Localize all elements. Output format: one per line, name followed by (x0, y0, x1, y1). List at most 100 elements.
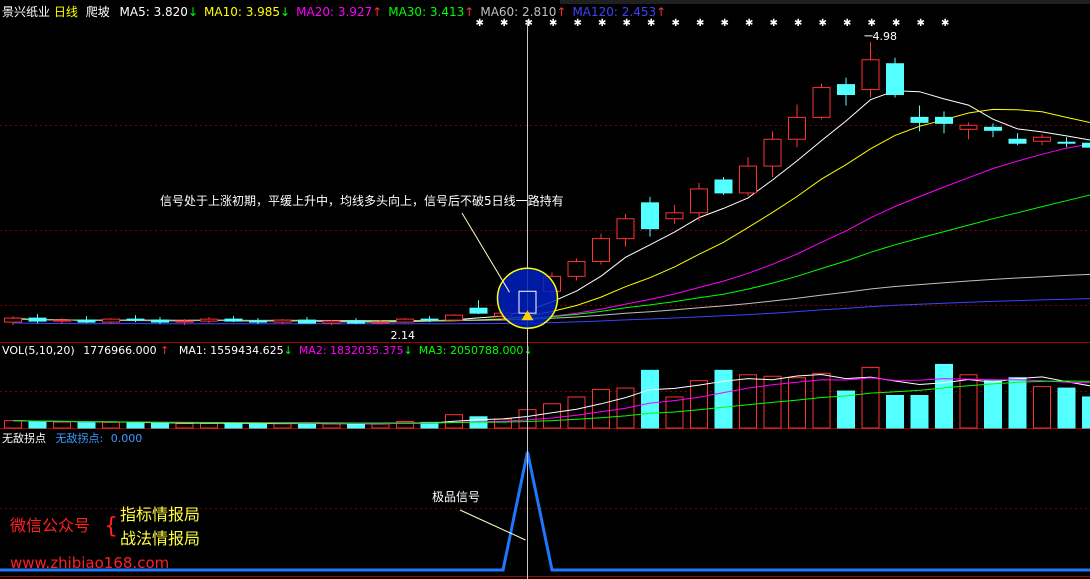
volume-arrow: ↑ (160, 344, 169, 357)
annotation-overlay (459, 20, 873, 579)
volume-bar-up (1033, 386, 1051, 429)
candle-up (322, 320, 341, 324)
candle-down (28, 317, 47, 322)
ma-legend-arrow: ↑ (656, 5, 666, 19)
stock-chart: 景兴纸业 日线 爬坡 MA5: 3.820↓ MA10: 3.985↓ MA20: … (0, 0, 1090, 579)
signal-series-label: 无敌拐点: (56, 431, 104, 445)
candle-down (347, 320, 365, 324)
signal-star-icon: ✱ (721, 18, 729, 29)
candle-up (959, 124, 978, 130)
volume-bar-down (77, 422, 96, 429)
candle-up (616, 218, 635, 240)
candle-up (665, 212, 684, 220)
volume-bar-down (249, 423, 267, 429)
signal-star-icon: ✱ (696, 18, 704, 29)
volume-bar-down (224, 423, 243, 429)
volume-bar-up (592, 389, 610, 429)
candle-down (714, 179, 733, 194)
candle-up (4, 317, 22, 323)
ma-legend-item: MA5: 3.820 (120, 5, 188, 19)
candle-down (935, 116, 953, 124)
candle-up (567, 260, 586, 277)
volume-bar-down (126, 422, 145, 429)
top-toolbar-strip (560, 0, 1090, 4)
promo-line-2: 战法情报局 (120, 529, 200, 548)
volume-bar-up (102, 421, 120, 429)
signal-star-row: ✱ ✱ ✱ ✱ ✱ ✱ ✱ ✱ ✱ ✱ ✱ ✱ ✱ ✱ ✱ ✱ ✱ ✱ ✱ ✱ (476, 18, 950, 29)
candle-up (763, 138, 782, 167)
signal-header: 无敌拐点 无敌拐点: 0.000 (2, 431, 142, 445)
candle-up (592, 238, 610, 262)
volume-bar-down (984, 380, 1002, 429)
candle-up (53, 319, 71, 322)
signal-star-icon: ✱ (770, 18, 778, 29)
signal-value: 0.000 (111, 432, 143, 445)
period-label: 日线 (54, 5, 78, 19)
candle-up (690, 188, 708, 214)
candle-down (249, 320, 267, 323)
high-price-label: 4.98 (873, 30, 898, 43)
volume-bar-down (1082, 396, 1090, 429)
promo-url: www.zhibiao168.com (10, 554, 169, 572)
signal-star-icon: ✱ (941, 18, 949, 29)
volume-bar-down (714, 369, 733, 429)
volume-bar-up (322, 423, 341, 429)
volume-bar-down (28, 420, 47, 429)
signal-star-icon: ✱ (525, 18, 533, 29)
candle-up (739, 165, 757, 194)
signal-star-icon: ✱ (843, 18, 851, 29)
signal-star-icon: ✱ (917, 18, 925, 29)
volume-label: VOL(5,10,20) (2, 344, 75, 357)
volume-bar-up (543, 403, 561, 429)
candle-down (298, 319, 316, 324)
volume-bar-up (53, 421, 71, 429)
volume-bar-up (959, 374, 978, 429)
signal-star-icon: ✱ (549, 18, 557, 29)
volume-bar-up (861, 366, 880, 429)
signal-panel-label: 无敌拐点 (2, 431, 46, 445)
signal-star-icon: ✱ (892, 18, 900, 29)
candle-up (371, 321, 390, 324)
volume-bar-up (175, 423, 194, 429)
ma-legend-arrow: ↑ (372, 5, 382, 19)
candle-down (641, 202, 659, 230)
volume-bar-up (567, 396, 586, 429)
ma-legend-item: MA120: 2.453 (572, 5, 656, 19)
promo-brace-icon: { (104, 514, 118, 539)
candle-up (861, 59, 880, 91)
ma-legend-item: MA60: 2.810 (480, 5, 556, 19)
volume-bar-down (886, 394, 904, 429)
candle-up (200, 318, 218, 322)
volume-bar-down (151, 422, 169, 429)
volume-bar-up (371, 423, 390, 429)
signal-star-icon: ✱ (794, 18, 802, 29)
ma-legend-item: MA20: 3.927 (296, 5, 372, 19)
candle-down (984, 126, 1002, 131)
candle-down (837, 84, 855, 96)
promo-line-1: 指标情报局 (120, 505, 200, 524)
signal-star-icon: ✱ (598, 18, 606, 29)
volume-bar-down (347, 423, 365, 429)
candle-down (1082, 142, 1090, 148)
ma-legend-arrow: ↓ (188, 5, 198, 19)
candle-down (224, 318, 243, 322)
volume-bar-up (812, 372, 831, 429)
candle-down (469, 307, 488, 314)
vol-legend-arrow: ↓ (404, 344, 413, 357)
ma-legend-item: MA10: 3.985 (204, 5, 280, 19)
candle-up (273, 319, 292, 323)
ma-legend-arrow: ↑ (464, 5, 474, 19)
vol-legend-arrow: ↓ (523, 344, 532, 357)
ma-legend-arrow: ↑ (556, 5, 566, 19)
signal-star-icon: ✱ (647, 18, 655, 29)
volume-value: 1776966.000 (83, 344, 156, 357)
volume-header: VOL(5,10,20) 1776966.000 ↑ MA1: 1559434.… (2, 344, 533, 357)
ma-legend-item: MA30: 3.413 (388, 5, 464, 19)
volume-bar-down (935, 363, 953, 429)
candle-up (1033, 136, 1051, 142)
volume-bar-down (1057, 387, 1076, 429)
indicator-name: 爬坡 (86, 5, 110, 19)
signal-star-icon: ✱ (672, 18, 680, 29)
volume-bar-up (690, 380, 708, 429)
volume-bar-down (910, 394, 929, 429)
